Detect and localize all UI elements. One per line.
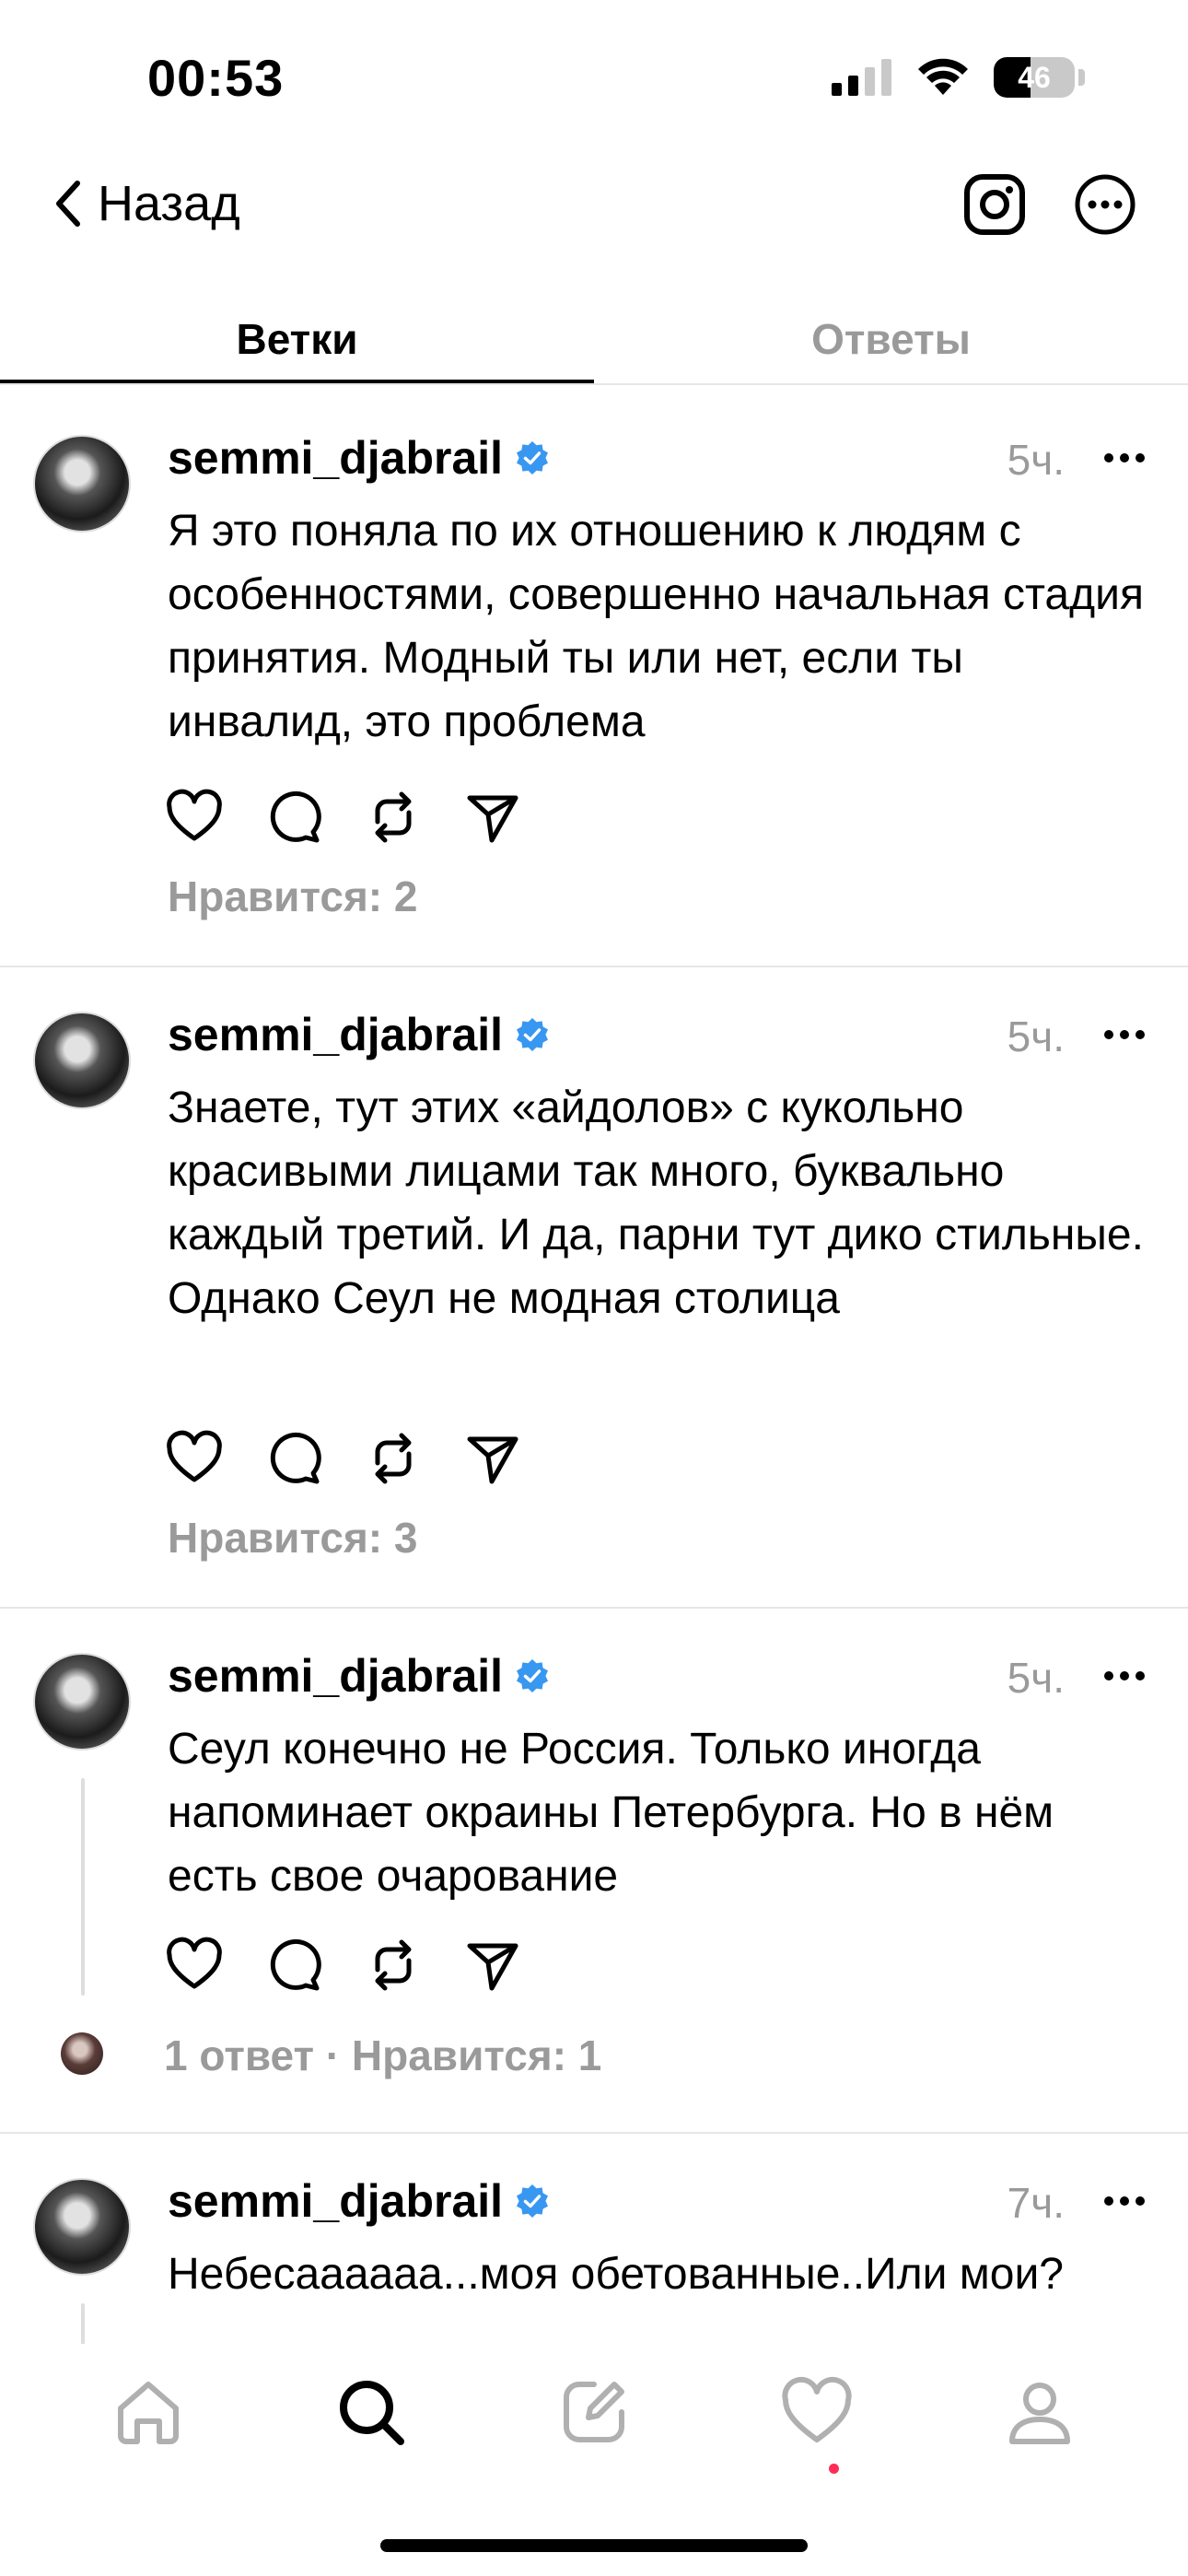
nav-home[interactable] [102,2366,194,2458]
tabs-divider [0,383,1188,385]
tab-threads[interactable]: Ветки [0,293,594,385]
post-time: 5ч. [1007,1013,1065,1060]
search-icon [340,2381,404,2445]
comment-icon[interactable] [265,1430,322,1487]
reply-avatar[interactable] [61,2032,103,2075]
post-actions [166,1430,521,1487]
profile-icon [1009,2383,1070,2444]
username[interactable]: semmi_djabrail [168,431,503,485]
post-text: Я это поняла по их отношению к людям с о… [168,507,1144,746]
post-author[interactable]: semmi_djabrail [168,1008,551,1061]
battery-level: 46 [1018,60,1051,94]
more-options-icon[interactable] [1101,1669,1147,1683]
post-time: 7ч. [1007,2179,1065,2227]
like-heart-icon[interactable] [166,1937,223,1994]
nav-actions [963,173,1136,236]
activity-heart-icon [782,2376,852,2442]
cellular-signal-icon [832,59,891,96]
post-text: Небесаааааа...моя обетованные..Или мои? [168,2250,1064,2299]
home-indicator [380,2539,808,2552]
avatar[interactable] [33,2178,131,2276]
avatar[interactable] [33,1653,131,1751]
thread-line [81,1778,85,1996]
post-actions [166,1937,521,1994]
back-button[interactable]: Назад [52,175,240,232]
nav-compose[interactable] [548,2366,640,2458]
tab-replies[interactable]: Ответы [594,293,1188,385]
like-heart-icon[interactable] [166,789,223,846]
post-divider [0,2132,1188,2134]
tab-bar: Ветки Ответы [0,293,1188,385]
like-heart-icon[interactable] [166,1430,223,1487]
post-author[interactable]: semmi_djabrail [168,1649,551,1703]
share-send-icon[interactable] [464,1937,521,1994]
post-stats[interactable]: Нравится: 3 [168,1513,418,1563]
battery-tip [1078,69,1085,86]
nav-search[interactable] [325,2366,417,2458]
username[interactable]: semmi_djabrail [168,1008,503,1061]
post-author[interactable]: semmi_djabrail [168,2174,551,2228]
more-options-icon[interactable] [1101,2194,1147,2208]
share-send-icon[interactable] [464,789,521,846]
username[interactable]: semmi_djabrail [168,1649,503,1703]
comment-icon[interactable] [265,1937,322,1994]
avatar[interactable] [33,435,131,533]
comment-icon[interactable] [265,789,322,846]
verified-badge-icon [517,2184,549,2218]
chevron-left-icon [56,181,80,227]
verified-badge-icon [517,1018,549,1051]
nav-profile[interactable] [994,2366,1086,2458]
status-icons: 46 [832,57,1085,98]
post-author[interactable]: semmi_djabrail [168,431,551,485]
notification-dot [829,2464,839,2474]
avatar[interactable] [33,1012,131,1109]
verified-badge-icon [517,1659,549,1692]
status-time: 00:53 [147,49,285,107]
post-time: 5ч. [1007,436,1065,484]
wifi-icon [918,58,968,95]
more-options-icon[interactable] [1101,451,1147,465]
battery-icon: 46 [994,57,1075,98]
post-divider [0,966,1188,967]
home-icon [118,2382,179,2444]
bottom-nav [0,2366,1188,2458]
repost-icon[interactable] [365,1937,422,1994]
compose-icon [564,2382,624,2442]
verified-badge-icon [517,441,549,474]
post-stats[interactable]: Нравится: 2 [168,872,418,921]
post-actions [166,789,521,846]
post-text: Сеул конечно не Россия. Только иногда на… [168,1725,1054,1901]
more-circle-icon[interactable] [1074,173,1136,236]
nav-activity[interactable] [771,2366,863,2458]
share-send-icon[interactable] [464,1430,521,1487]
post-time: 5ч. [1007,1654,1065,1702]
repost-icon[interactable] [365,789,422,846]
username[interactable]: semmi_djabrail [168,2174,503,2228]
post-text: Знаете, тут этих «айдолов» с кукольно кр… [168,1083,1144,1323]
instagram-icon[interactable] [963,173,1026,236]
more-options-icon[interactable] [1101,1027,1147,1042]
back-label: Назад [98,176,240,231]
post-stats[interactable]: 1 ответ · Нравится: 1 [164,2031,601,2080]
post-divider [0,1607,1188,1609]
repost-icon[interactable] [365,1430,422,1487]
